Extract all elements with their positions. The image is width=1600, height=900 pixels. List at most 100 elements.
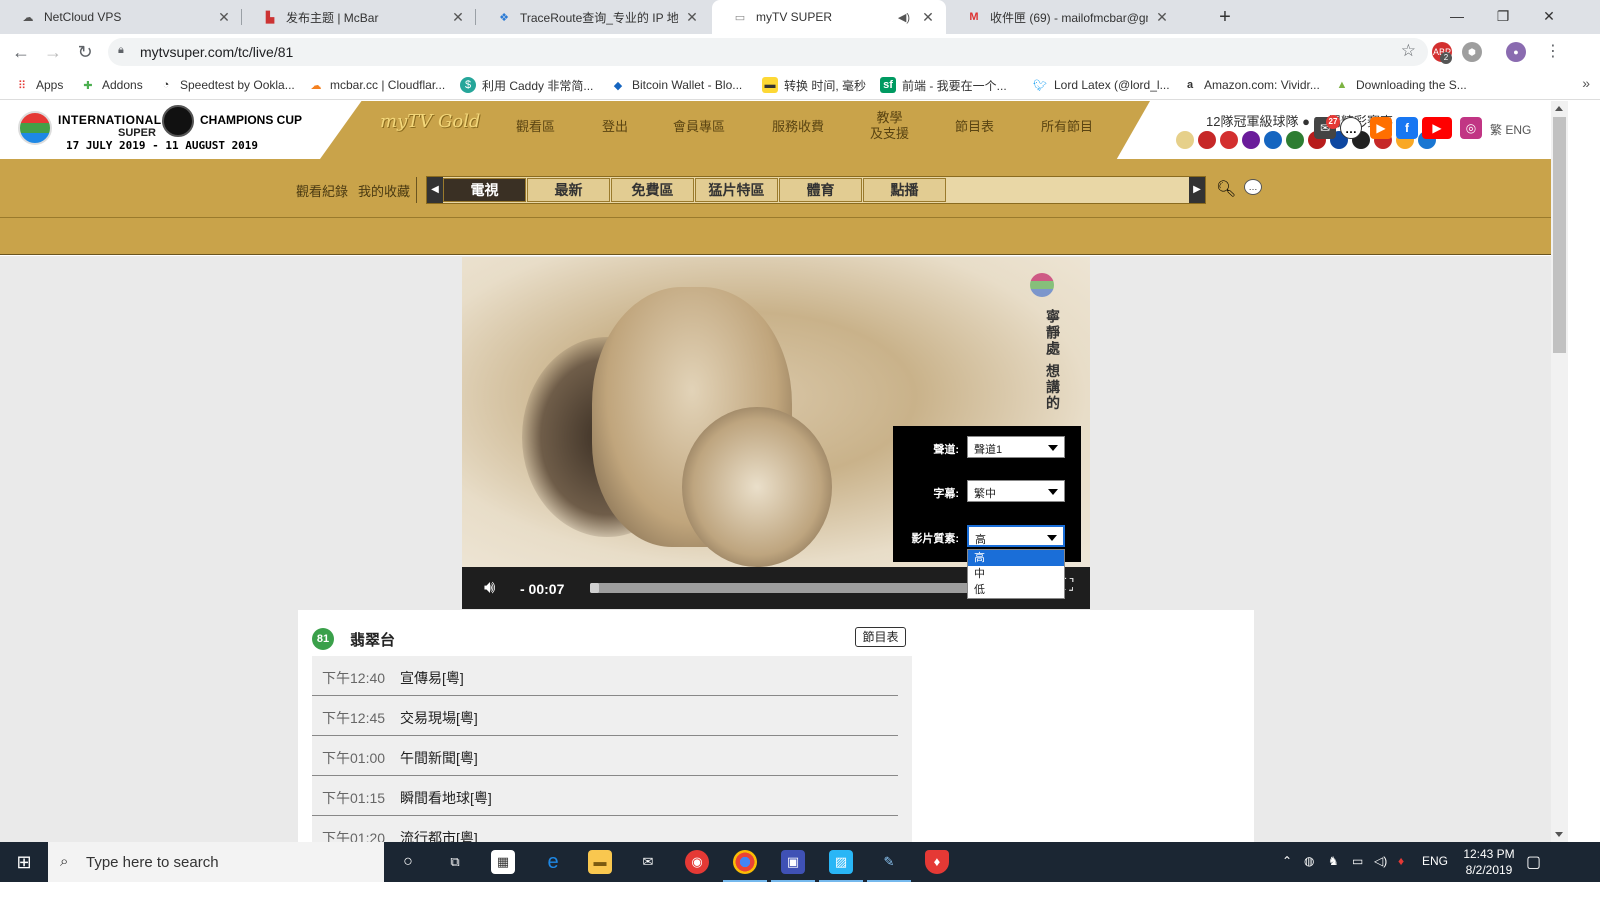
minimize-button[interactable]: — bbox=[1434, 0, 1480, 34]
instagram-icon[interactable]: ◎ bbox=[1460, 117, 1482, 139]
nav-member-area[interactable]: 會員專區 bbox=[673, 119, 725, 135]
taskbar-search[interactable]: ⌕ Type here to search bbox=[48, 842, 384, 882]
scroll-down-icon[interactable] bbox=[1555, 832, 1563, 837]
volume-tray-icon[interactable]: ◁) bbox=[1374, 854, 1387, 868]
menu-kebab-icon[interactable]: ⋮ bbox=[1540, 40, 1566, 66]
qq-icon[interactable]: ♞ bbox=[1328, 854, 1339, 868]
chrome-icon[interactable] bbox=[733, 850, 757, 874]
bookmark-cloudflare[interactable]: ☁ mcbar.cc | Cloudflar... bbox=[308, 75, 446, 95]
file-explorer-icon[interactable]: ▬ bbox=[588, 850, 612, 874]
promo-text[interactable]: 12隊冠軍級球隊 ● 81場精彩賽事 bbox=[1206, 111, 1393, 130]
favorites-link[interactable]: 我的收藏 bbox=[358, 181, 410, 200]
bookmark-android[interactable]: ▲ Downloading the S... bbox=[1334, 75, 1467, 95]
page-scrollbar[interactable] bbox=[1551, 101, 1568, 842]
chat-bubble-icon[interactable]: … bbox=[1340, 117, 1362, 139]
quality-option-high[interactable]: 高 bbox=[968, 550, 1064, 566]
youtube-icon[interactable]: ▶ bbox=[1422, 117, 1452, 139]
language-switch[interactable]: 繁 ENG bbox=[1490, 121, 1531, 138]
security-tray-icon[interactable]: ♦ bbox=[1398, 854, 1404, 868]
input-language[interactable]: ENG bbox=[1422, 854, 1448, 868]
close-icon[interactable]: ✕ bbox=[684, 9, 700, 26]
more-bookmarks-icon[interactable]: » bbox=[1582, 75, 1590, 91]
facebook-icon[interactable]: f bbox=[1396, 117, 1418, 139]
bookmark-amazon[interactable]: a Amazon.com: Vividr... bbox=[1182, 75, 1320, 95]
system-clock[interactable]: 12:43 PM 8/2/2019 bbox=[1454, 846, 1524, 878]
tab-netcloud[interactable]: ☁ NetCloud VPS ✕ bbox=[0, 0, 242, 34]
nav-all-programs[interactable]: 所有節目 bbox=[1041, 119, 1093, 135]
list-item[interactable]: 下午12:45 交易現場[粵] bbox=[312, 696, 898, 736]
image-viewer-icon[interactable]: ▨ bbox=[829, 850, 853, 874]
volume-icon[interactable]: 🔊︎ bbox=[484, 577, 495, 598]
mytv-gold-logo[interactable]: myTV Gold bbox=[380, 111, 480, 132]
close-icon[interactable]: ✕ bbox=[920, 9, 936, 26]
nav-help[interactable]: 教學 及支援 bbox=[870, 110, 909, 142]
mail-app-icon[interactable]: ✉ bbox=[636, 850, 660, 874]
watch-history-link[interactable]: 觀看紀錄 bbox=[296, 181, 348, 200]
forward-button[interactable]: → bbox=[40, 40, 66, 66]
play-icon[interactable]: ▶ bbox=[1370, 117, 1392, 139]
bookmark-speedtest[interactable]: ◔ Speedtest by Ookla... bbox=[158, 75, 295, 95]
category-free[interactable]: 免費區 bbox=[611, 178, 694, 202]
bookmark-star-icon[interactable]: ☆ bbox=[1401, 41, 1416, 61]
list-item[interactable]: 下午01:00 午間新聞[粵] bbox=[312, 736, 898, 776]
close-icon[interactable]: ✕ bbox=[216, 9, 232, 26]
windows-start-icon[interactable]: ⊞ bbox=[0, 842, 48, 882]
scroll-up-icon[interactable] bbox=[1555, 106, 1563, 111]
category-movies[interactable]: 猛片特區 bbox=[695, 178, 778, 202]
search-icon[interactable]: 🔍︎ bbox=[1216, 179, 1236, 199]
vpn-shield-icon[interactable]: ♦ bbox=[925, 850, 949, 874]
carousel-prev-button[interactable]: ◀ bbox=[427, 177, 443, 203]
category-tv[interactable]: 電視 bbox=[443, 178, 526, 202]
chevron-up-icon[interactable]: ⌃ bbox=[1282, 854, 1292, 868]
schedule-button[interactable]: 節目表 bbox=[855, 627, 906, 647]
reload-button[interactable]: ↻ bbox=[72, 40, 98, 66]
remote-desktop-icon[interactable]: ▣ bbox=[781, 850, 805, 874]
nav-viewing-area[interactable]: 觀看區 bbox=[516, 119, 555, 135]
tab-mytv-super[interactable]: ▭ myTV SUPER ◀) ✕ bbox=[712, 0, 946, 34]
quality-option-low[interactable]: 低 bbox=[968, 582, 1064, 598]
scroll-thumb[interactable] bbox=[1553, 117, 1566, 353]
bookmark-caddy[interactable]: $ 利用 Caddy 非常简... bbox=[460, 75, 593, 95]
tab-gmail[interactable]: M 收件匣 (69) - mailofmcbar@gmail ✕ bbox=[946, 0, 1180, 34]
bookmark-addons[interactable]: ✚ Addons bbox=[80, 75, 142, 95]
close-icon[interactable]: ✕ bbox=[1154, 9, 1170, 26]
address-bar[interactable]: 🔒︎ mytvsuper.com/tc/live/81 ☆ bbox=[108, 38, 1428, 66]
close-icon[interactable]: ✕ bbox=[450, 9, 466, 26]
bookmark-bitcoin-wallet[interactable]: ◆ Bitcoin Wallet - Blo... bbox=[610, 75, 743, 95]
bookmark-time-convert[interactable]: ▬ 转换 时间, 毫秒 bbox=[762, 75, 866, 95]
steam-icon[interactable]: ◍ bbox=[1304, 854, 1314, 868]
category-sports[interactable]: 體育 bbox=[779, 178, 862, 202]
category-vod[interactable]: 點播 bbox=[863, 178, 946, 202]
carousel-next-button[interactable]: ▶ bbox=[1189, 177, 1205, 203]
new-tab-button[interactable]: + bbox=[1212, 5, 1238, 31]
tab-traceroute[interactable]: ❖ TraceRoute查询_专业的 IP 地址库 ✕ bbox=[476, 0, 710, 34]
list-item[interactable]: 下午12:40 宣傳易[粵] bbox=[312, 656, 898, 696]
notification-icon[interactable]: ▢ bbox=[1526, 852, 1541, 872]
restore-button[interactable]: ❐ bbox=[1480, 0, 1526, 34]
profile-avatar[interactable]: ● bbox=[1506, 42, 1526, 62]
task-view-icon[interactable]: ⧉ bbox=[443, 850, 467, 874]
nav-schedule[interactable]: 節目表 bbox=[955, 119, 994, 135]
nav-pricing[interactable]: 服務收費 bbox=[772, 119, 824, 135]
list-item[interactable]: 下午01:20 流行都市[粵] bbox=[312, 816, 898, 842]
bookmark-apps[interactable]: ⠿ Apps bbox=[14, 75, 63, 95]
close-window-button[interactable]: ✕ bbox=[1526, 0, 1572, 34]
quality-select[interactable]: 高 bbox=[967, 525, 1065, 547]
cortana-icon[interactable]: ○ bbox=[396, 850, 420, 874]
category-latest[interactable]: 最新 bbox=[527, 178, 610, 202]
subtitle-select[interactable]: 繁中 bbox=[967, 480, 1065, 502]
tab-mcbar[interactable]: ▙ 发布主题 | McBar ✕ bbox=[242, 0, 476, 34]
audio-select[interactable]: 聲道1 bbox=[967, 436, 1065, 458]
promo-banner[interactable]: INTERNATIONAL SUPER CHAMPIONS CUP 17 JUL… bbox=[0, 101, 330, 159]
back-button[interactable]: ← bbox=[8, 40, 34, 66]
list-item[interactable]: 下午01:15 瞬間看地球[粵] bbox=[312, 776, 898, 816]
quality-option-medium[interactable]: 中 bbox=[968, 566, 1064, 582]
bookmark-segmentfault[interactable]: sf 前端 - 我要在一个... bbox=[880, 75, 1007, 95]
netease-music-icon[interactable]: ◉ bbox=[685, 850, 709, 874]
nav-logout[interactable]: 登出 bbox=[602, 119, 628, 135]
store-icon[interactable]: ▦ bbox=[491, 850, 515, 874]
network-icon[interactable]: ▭ bbox=[1352, 854, 1363, 868]
edge-icon[interactable]: e bbox=[541, 850, 565, 874]
paint-icon[interactable]: ✎ bbox=[877, 850, 901, 874]
extension-icon[interactable]: ⬢ bbox=[1462, 42, 1482, 62]
